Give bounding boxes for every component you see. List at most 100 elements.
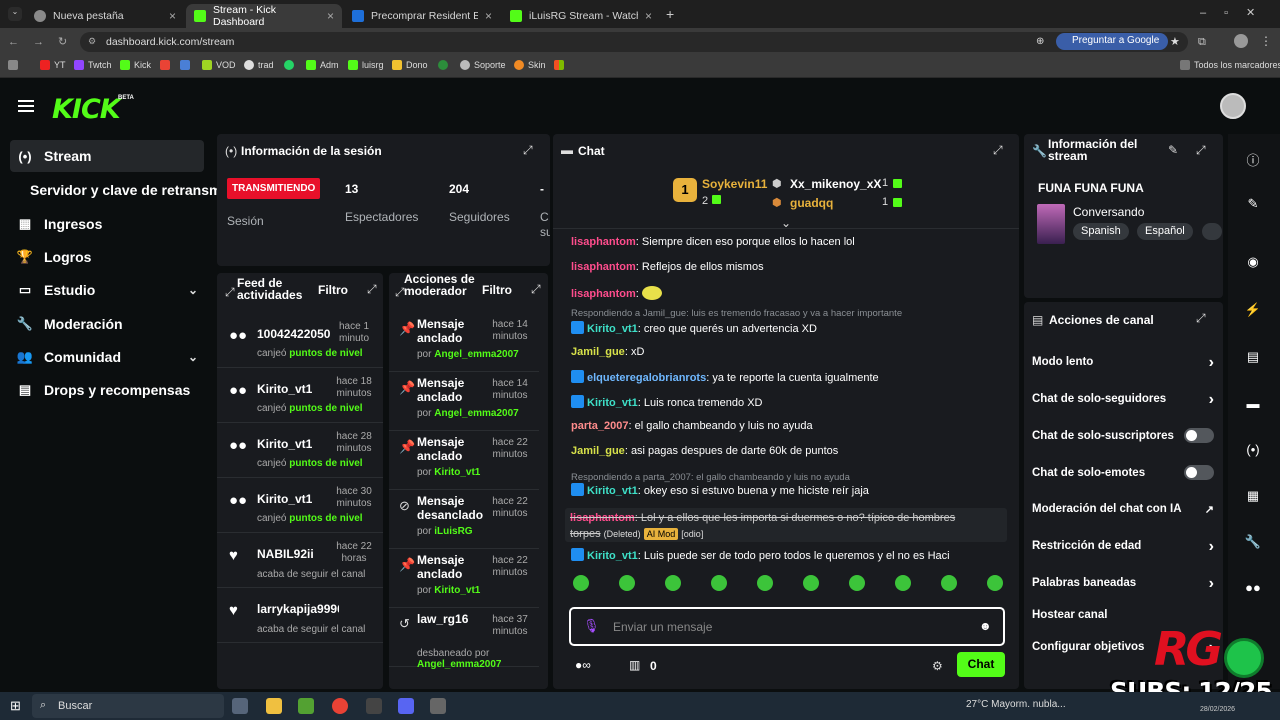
emote-icon[interactable] xyxy=(941,575,957,591)
points-icon[interactable]: ●∞ xyxy=(575,658,591,672)
bookmark-luisrg[interactable]: luisrg xyxy=(348,60,384,70)
sidebar-item[interactable]: Servidor y clave de retransm xyxy=(10,174,221,206)
notes-icon[interactable]: ▤ xyxy=(1240,349,1266,365)
browser-tab-active[interactable]: Stream - Kick Dashboard × xyxy=(186,4,342,28)
microphone-icon[interactable]: 🎙 xyxy=(583,618,600,634)
bookmark-vod[interactable]: VOD xyxy=(202,60,236,70)
bookmark-whatsapp-icon[interactable] xyxy=(284,60,294,70)
lightning-icon[interactable]: ⚡ xyxy=(1240,302,1266,318)
tab-search-icon[interactable]: ⌄ xyxy=(8,7,22,21)
message-username[interactable]: Kirito_vt1 xyxy=(587,323,638,335)
mod-username[interactable]: Angel_emma2007 xyxy=(434,349,519,360)
sidebar-item[interactable]: ▭ Estudio ⌄ xyxy=(10,274,204,306)
extensions-icon[interactable]: ⧉ xyxy=(1198,36,1206,49)
apps-icon[interactable] xyxy=(8,60,18,70)
emote-icon[interactable] xyxy=(619,575,635,591)
bookmark-dono[interactable]: Dono xyxy=(392,60,428,70)
bookmark-tool-icon[interactable] xyxy=(180,60,190,70)
emoji-icon[interactable]: ☻ xyxy=(979,619,992,633)
external-link-icon[interactable]: ↗ xyxy=(1205,503,1214,516)
top-supporter-name[interactable]: Xx_mikenoy_xX xyxy=(790,177,881,191)
feed-username[interactable]: larrykapija9996612: xyxy=(257,602,339,616)
channel-action-row[interactable]: Chat de solo-seguidores › xyxy=(1032,391,1214,408)
hamburger-menu-icon[interactable] xyxy=(18,100,34,112)
site-info-icon[interactable]: ⚙ xyxy=(88,36,96,47)
chevron-right-icon[interactable]: › xyxy=(1209,354,1214,372)
close-tab-icon[interactable]: × xyxy=(327,9,334,23)
message-username[interactable]: lisaphantom xyxy=(571,236,636,248)
browser-tab[interactable]: iLuisRG Stream - Watch Live on × xyxy=(502,4,660,28)
message-username[interactable]: lisaphantom xyxy=(570,512,635,524)
feed-username[interactable]: 10042422050 xyxy=(257,327,339,341)
emote-icon[interactable] xyxy=(757,575,773,591)
emote-icon[interactable] xyxy=(711,575,727,591)
mod-action-item[interactable]: 📌 Mensaje anclado hace 22 minutos por Kirit… xyxy=(389,431,539,490)
nav-buttons[interactable]: ←→↻ xyxy=(8,35,81,48)
popout-icon[interactable]: ⤢ xyxy=(993,143,1003,158)
bookmark-adm[interactable]: Adm xyxy=(306,60,339,70)
user-avatar[interactable] xyxy=(1220,93,1246,119)
message-username[interactable]: Kirito_vt1 xyxy=(587,485,638,497)
top-supporter-name[interactable]: guadqq xyxy=(790,196,833,210)
sidebar-item[interactable]: 🔧 Moderación xyxy=(10,308,204,340)
feed-item[interactable]: ●● 10042422050 hace 1 minuto canjeó puntos … xyxy=(217,313,383,368)
sidebar-item[interactable]: (•) Stream xyxy=(10,140,204,172)
message-username[interactable]: lisaphantom xyxy=(571,288,636,300)
tag-chip[interactable]: Español xyxy=(1137,223,1193,240)
message-username[interactable]: Jamil_gue xyxy=(571,346,625,358)
popout-icon[interactable]: ⤢ xyxy=(531,282,541,297)
emote-icon[interactable] xyxy=(573,575,589,591)
camera-icon[interactable]: ◉ xyxy=(1240,254,1266,270)
send-chat-button[interactable]: Chat xyxy=(957,652,1005,677)
chevron-down-icon[interactable]: ⌄ xyxy=(188,350,198,364)
mod-username[interactable]: Angel_emma2007 xyxy=(434,408,519,419)
bookmark-soporte[interactable]: Soporte xyxy=(460,60,506,70)
mod-username[interactable]: Kirito_vt1 xyxy=(434,467,480,478)
feed-filter-button[interactable]: Filtro xyxy=(318,283,348,297)
message-username[interactable]: parta_2007 xyxy=(571,420,629,432)
broadcast-icon[interactable]: (•) xyxy=(1240,442,1266,457)
mod-action-item[interactable]: 📌 Mensaje anclado hace 14 minutos por Angel… xyxy=(389,313,539,372)
chevron-right-icon[interactable]: › xyxy=(1209,391,1214,409)
file-explorer-icon[interactable] xyxy=(266,698,282,714)
browser-tab[interactable]: Nueva pestaña × xyxy=(26,4,184,28)
pencil-icon[interactable]: ✎ xyxy=(1240,196,1266,212)
new-tab-icon[interactable]: + xyxy=(666,6,674,22)
edit-icon[interactable]: ✎ xyxy=(1168,143,1178,157)
sidebar-item[interactable]: 🏆 Logros xyxy=(10,241,204,273)
message-username[interactable]: lisaphantom xyxy=(571,261,636,273)
feed-username[interactable]: Kirito_vt1 xyxy=(257,437,339,451)
channel-action-row[interactable]: Chat de solo-emotes xyxy=(1032,465,1214,480)
browser-tab[interactable]: Precomprar Resident Evil Requ × xyxy=(344,4,500,28)
channel-action-row[interactable]: Restricción de edad › xyxy=(1032,538,1214,555)
popout-icon[interactable]: ⤢ xyxy=(1196,311,1206,326)
bookmark-kick[interactable]: Kick xyxy=(120,60,151,70)
mod-action-item[interactable]: 📌 Mensaje anclado hace 14 minutos por Angel… xyxy=(389,372,539,431)
reply-context[interactable]: Respondiendo a parta_2007: el gallo cham… xyxy=(571,472,850,483)
mod-username[interactable]: iLuisRG xyxy=(434,526,472,537)
feed-item[interactable]: ♥ larrykapija9996612: acaba de seguir el c… xyxy=(217,588,383,643)
top-supporter-name[interactable]: Soykevin11 xyxy=(702,177,767,191)
mod-action-item[interactable]: ↺ law_rg16 hace 37 minutos desbaneado por A… xyxy=(389,608,539,670)
windows-start-icon[interactable]: ⊞ xyxy=(10,698,21,714)
mod-filter-button[interactable]: Filtro xyxy=(482,283,512,297)
feed-item[interactable]: ●● Kirito_vt1 hace 18 minutos canjeó puntos… xyxy=(217,368,383,423)
message-username[interactable]: Jamil_gue xyxy=(571,445,625,457)
kick-logo[interactable]: KICK xyxy=(52,94,121,125)
bookmark-gmail-icon[interactable] xyxy=(160,60,170,70)
emote-icon[interactable] xyxy=(665,575,681,591)
message-username[interactable]: Kirito_vt1 xyxy=(587,550,638,562)
sidebar-item[interactable]: 👥 Comunidad ⌄ xyxy=(10,341,204,373)
settings-icon[interactable] xyxy=(430,698,446,714)
wrench-icon[interactable]: 🔧 xyxy=(1240,534,1266,550)
reply-context[interactable]: Respondiendo a Jamil_gue: luis es tremen… xyxy=(571,308,902,319)
url-field[interactable]: ⚙ dashboard.kick.com/stream ⊕ Preguntar … xyxy=(80,32,1188,52)
chat-settings-icon[interactable]: ⚙ xyxy=(932,659,943,673)
bookmark-skin[interactable]: Skin xyxy=(514,60,546,70)
bookmark-yt[interactable]: YT xyxy=(40,60,66,70)
mod-username[interactable]: Angel_emma2007 xyxy=(417,659,502,670)
window-controls[interactable]: –▫✕ xyxy=(1200,6,1273,19)
feed-item[interactable]: ●● Kirito_vt1 hace 28 minutos canjeó puntos… xyxy=(217,423,383,478)
popout-icon[interactable]: ⤢ xyxy=(1196,143,1206,158)
mod-action-item[interactable]: ⊘ Mensaje desanclado hace 22 minutos por iL… xyxy=(389,490,539,549)
